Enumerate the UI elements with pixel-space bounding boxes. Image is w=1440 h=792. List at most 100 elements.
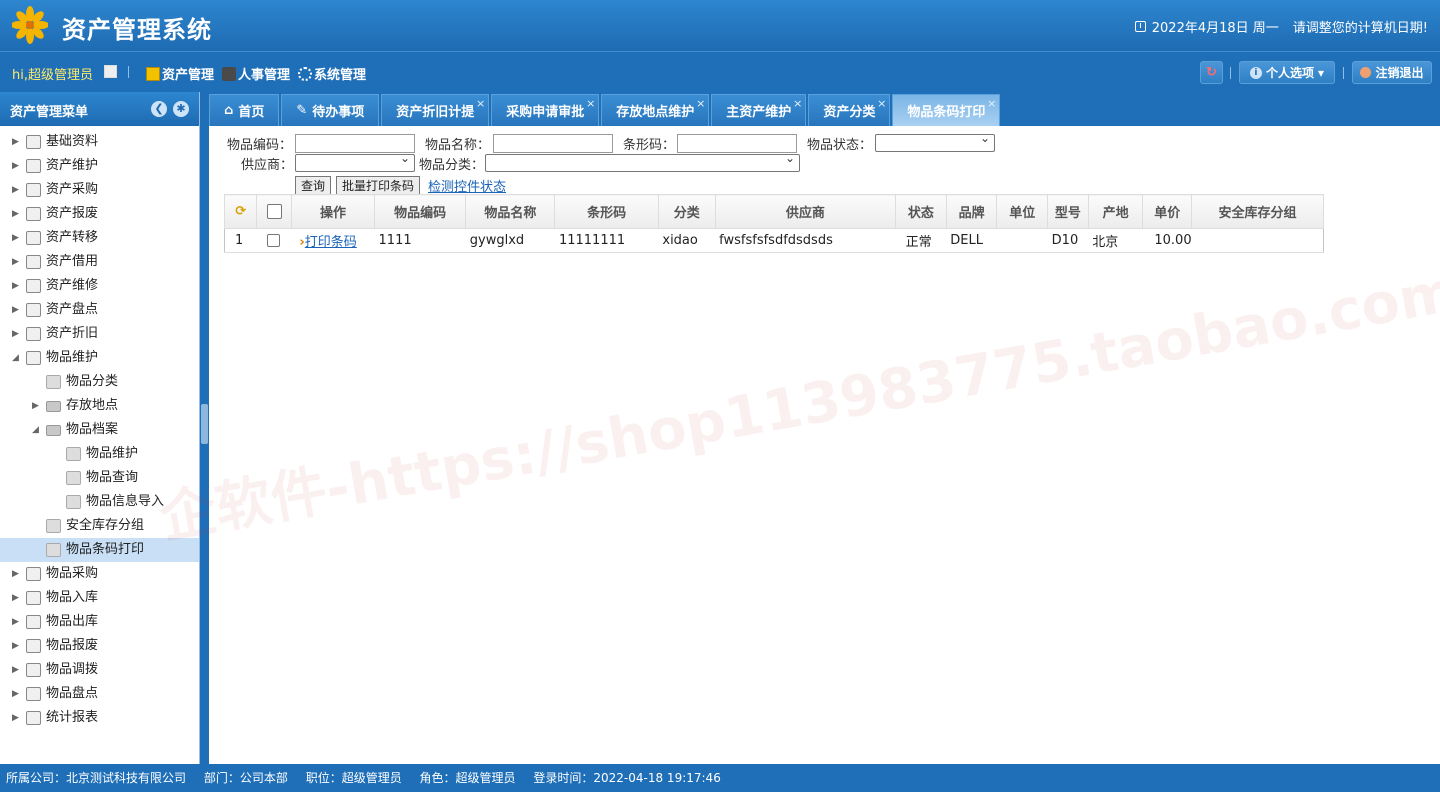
sidebar-item[interactable]: ▶ 物品出库 (0, 610, 199, 634)
col-header[interactable]: 物品编码 (374, 194, 467, 229)
print-barcode-link[interactable]: 打印条码 (305, 235, 357, 250)
sidebar-item[interactable]: ▶ 资产转移 (0, 226, 199, 250)
sidebar-item[interactable]: ▶ 资产借用 (0, 250, 199, 274)
sidebar-item[interactable]: ◢ 物品档案 (0, 418, 199, 442)
sidebar-item[interactable]: 物品条码打印 (0, 538, 199, 562)
collapsed-arrow-icon[interactable]: ▶ (12, 322, 19, 346)
col-header[interactable]: 供应商 (714, 194, 897, 229)
sidebar-item[interactable]: ▶ 物品入库 (0, 586, 199, 610)
collapsed-arrow-icon[interactable]: ▶ (12, 178, 19, 202)
collapsed-arrow-icon[interactable]: ▶ (12, 562, 19, 586)
sidebar-item[interactable]: 物品信息导入 (0, 490, 199, 514)
personal-options-button[interactable]: i 个人选项 ▾ (1239, 61, 1335, 84)
sidebar-item[interactable]: ◢ 物品维护 (0, 346, 199, 370)
col-header[interactable]: 操作 (290, 194, 376, 229)
sidebar-item[interactable]: ▶ 资产维修 (0, 274, 199, 298)
close-tab-icon[interactable]: × (987, 97, 996, 110)
col-header[interactable]: 单价 (1142, 194, 1193, 229)
close-tab-icon[interactable]: × (586, 97, 595, 110)
sidebar-item[interactable]: ▶ 基础资料 (0, 130, 199, 154)
tab-6[interactable]: 资产分类 × (808, 94, 891, 126)
menu-tree: ▶ 基础资料 ▶ 资产维护 ▶ 资产采购 ▶ 资产报废 ▶ 资产转移 ▶ 资产借用 ▶ 资产维修 ▶ 资产盘点… (0, 126, 199, 730)
refresh-button[interactable]: ↻ (1200, 61, 1223, 84)
sidebar-splitter[interactable] (200, 92, 209, 764)
tab-7[interactable]: 物品条码打印 × (892, 94, 1001, 126)
col-header[interactable]: 分类 (657, 194, 716, 229)
col-header[interactable]: 物品名称 (465, 194, 556, 229)
category-select[interactable] (485, 151, 800, 172)
sidebar-item[interactable]: ▶ 物品报废 (0, 634, 199, 658)
code-input[interactable] (295, 134, 415, 153)
col-header[interactable]: 型号 (1047, 194, 1089, 229)
collapsed-arrow-icon[interactable]: ▶ (12, 298, 19, 322)
check-control-link[interactable]: 检测控件状态 (428, 176, 506, 195)
close-tab-icon[interactable]: × (476, 97, 485, 110)
sidebar-item[interactable]: ▶ 物品采购 (0, 562, 199, 586)
tab-2[interactable]: 资产折旧计提 × (381, 94, 490, 126)
col-header[interactable]: 品牌 (945, 194, 998, 229)
sidebar-item[interactable]: 安全库存分组 (0, 514, 199, 538)
tab-0[interactable]: ⌂ 首页 (209, 94, 280, 126)
row-checkbox[interactable] (266, 234, 280, 247)
sidebar-item[interactable]: ▶ 资产维护 (0, 154, 199, 178)
tab-1[interactable]: ✎ 待办事项 (281, 94, 380, 126)
menu-asset-management[interactable]: 资产管理 (146, 64, 214, 83)
col-header[interactable]: 安全库存分组 (1191, 194, 1324, 229)
tab-5[interactable]: 主资产维护 × (711, 94, 807, 126)
collapsed-arrow-icon[interactable]: ▶ (32, 394, 39, 418)
status-select[interactable] (875, 131, 995, 152)
collapsed-arrow-icon[interactable]: ▶ (12, 154, 19, 178)
collapsed-arrow-icon[interactable]: ▶ (12, 610, 19, 634)
sidebar-item[interactable]: ▶ 资产折旧 (0, 322, 199, 346)
expanded-arrow-icon[interactable]: ◢ (32, 418, 39, 442)
cell-unit (996, 228, 1048, 253)
collapsed-arrow-icon[interactable]: ▶ (12, 682, 19, 706)
menu-hr-management[interactable]: 人事管理 (222, 64, 290, 83)
tab-3[interactable]: 采购申请审批 × (491, 94, 600, 126)
settings-gear-icon[interactable]: ✱ (173, 101, 189, 117)
collapse-left-icon[interactable]: ❮ (151, 101, 167, 117)
sidebar-item[interactable]: ▶ 物品盘点 (0, 682, 199, 706)
col-header[interactable]: 状态 (895, 194, 947, 229)
sidebar-item[interactable]: ▶ 统计报表 (0, 706, 199, 730)
sidebar-item[interactable]: 物品查询 (0, 466, 199, 490)
select-all-checkbox[interactable] (266, 204, 282, 219)
calculator-icon[interactable] (104, 65, 117, 78)
barcode-input[interactable] (677, 134, 797, 153)
sidebar-item[interactable]: ▶ 资产盘点 (0, 298, 199, 322)
collapsed-arrow-icon[interactable]: ▶ (12, 634, 19, 658)
sidebar-item[interactable]: 物品维护 (0, 442, 199, 466)
col-header[interactable]: 单位 (996, 194, 1049, 229)
menu-system-management[interactable]: 系统管理 (298, 64, 366, 83)
collapsed-arrow-icon[interactable]: ▶ (12, 586, 19, 610)
tab-label: 采购申请审批 (506, 105, 585, 120)
table-row[interactable]: 1 ›打印条码 1111 gywglxd 11111111 xidao fwsf… (224, 228, 1324, 253)
collapsed-arrow-icon[interactable]: ▶ (12, 250, 19, 274)
refresh-grid-icon[interactable]: ⟳ (235, 204, 246, 219)
sidebar-item[interactable]: ▶ 资产报废 (0, 202, 199, 226)
sidebar-item-label: 安全库存分组 (66, 518, 145, 533)
expanded-arrow-icon[interactable]: ◢ (12, 346, 19, 370)
logout-button[interactable]: 注销退出 (1352, 61, 1432, 84)
splitter-handle[interactable] (201, 404, 208, 444)
collapsed-arrow-icon[interactable]: ▶ (12, 202, 19, 226)
col-header[interactable]: 产地 (1087, 194, 1144, 229)
tab-4[interactable]: 存放地点维护 × (601, 94, 710, 126)
name-input[interactable] (493, 134, 613, 153)
sidebar-item[interactable]: 物品分类 (0, 370, 199, 394)
collapsed-arrow-icon[interactable]: ▶ (12, 658, 19, 682)
close-tab-icon[interactable]: × (793, 97, 802, 110)
query-button[interactable]: 查询 (295, 176, 332, 196)
close-tab-icon[interactable]: × (696, 97, 705, 110)
collapsed-arrow-icon[interactable]: ▶ (12, 706, 19, 730)
collapsed-arrow-icon[interactable]: ▶ (12, 274, 19, 298)
sidebar-item[interactable]: ▶ 物品调拨 (0, 658, 199, 682)
batch-print-button[interactable]: 批量打印条码 (336, 176, 421, 196)
collapsed-arrow-icon[interactable]: ▶ (12, 226, 19, 250)
collapsed-arrow-icon[interactable]: ▶ (12, 130, 19, 154)
sidebar-item[interactable]: ▶ 存放地点 (0, 394, 199, 418)
col-header[interactable]: 条形码 (554, 194, 659, 229)
close-tab-icon[interactable]: × (877, 97, 886, 110)
supplier-select[interactable] (295, 151, 415, 172)
sidebar-item[interactable]: ▶ 资产采购 (0, 178, 199, 202)
